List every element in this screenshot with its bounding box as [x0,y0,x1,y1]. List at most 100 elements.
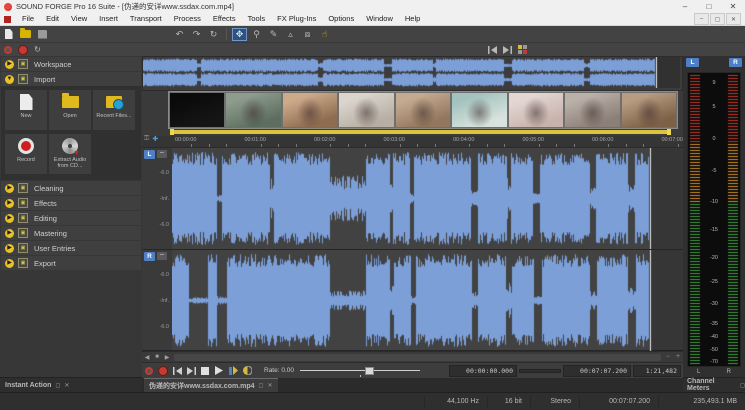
channel-minimize-icon[interactable]: – [157,150,167,158]
snap-marker-icon[interactable]: ✚ [152,135,158,143]
new-file-button[interactable] [1,28,16,41]
loop-end-handle[interactable] [667,129,671,135]
waveform-area-l[interactable] [172,148,683,249]
video-thumbnail[interactable] [170,93,224,127]
go-to-end-button[interactable] [501,44,514,55]
waveform-canvas[interactable] [172,148,683,249]
mdi-restore-icon[interactable]: ▢ [710,13,725,25]
zoom-in-icon[interactable]: + [673,354,683,360]
meter-display[interactable]: 950-5-10-15-20-25-30-35-40-50-70 [687,72,741,367]
sidebar-section-workspace[interactable]: ▶▣Workspace [1,57,141,71]
menu-item-process[interactable]: Process [168,13,207,25]
marker-grid-button[interactable] [516,44,529,55]
repeat-button[interactable]: ↻ [206,28,221,41]
waveform-canvas[interactable] [172,250,683,351]
go-to-start-button[interactable] [170,364,184,378]
sidebar-section-import[interactable]: ▼▣Import [1,72,141,86]
record-remote-button[interactable] [1,44,14,55]
menu-item-edit[interactable]: Edit [40,13,65,25]
menu-item-insert[interactable]: Insert [93,13,124,25]
float-window-icon[interactable]: ◻ [55,382,60,389]
scroll-left-icon[interactable]: ◀ [142,354,152,361]
menu-item-tools[interactable]: Tools [242,13,272,25]
video-thumbnail[interactable] [226,93,280,127]
magnify-tool-button[interactable]: ⚲ [249,28,264,41]
sidebar-section-editing[interactable]: ▶▣Editing [1,211,141,225]
snapping-tool-button[interactable]: ☝ [317,28,332,41]
scroll-box-icon[interactable]: ■ [152,354,162,360]
rate-slider-handle[interactable] [365,367,374,375]
channel-minimize-icon[interactable]: – [157,252,167,260]
import-action-new[interactable]: New [5,90,47,130]
redo-button[interactable]: ↷ [189,28,204,41]
meter-right-badge[interactable]: R [729,58,742,67]
scroll-right-icon[interactable]: ▶ [162,354,172,361]
sidebar-section-user-entries[interactable]: ▶▣User Entries [1,241,141,255]
rate-slider[interactable] [300,365,420,377]
menu-item-transport[interactable]: Transport [124,13,168,25]
zoom-out-icon[interactable]: − [663,354,673,360]
close-icon[interactable]: ✕ [721,0,745,13]
save-file-button[interactable] [35,28,50,41]
channel-badge-l[interactable]: L [144,150,155,159]
go-to-end-button[interactable] [184,364,198,378]
record-button[interactable] [156,364,170,378]
float-window-icon[interactable]: ◻ [740,382,745,389]
event-tool-button[interactable]: ⧈ [300,28,315,41]
channel-badge-r[interactable]: R [144,252,155,261]
record-button[interactable] [16,44,29,55]
video-thumbnail[interactable] [339,93,393,127]
document-tab[interactable]: 伪递的安详www.ssdax.com.mp4 ◻ ✕ [144,378,278,392]
import-action-cd[interactable]: Extract Audio from CD... [49,134,91,174]
video-thumbnail-strip[interactable] [168,91,678,129]
play-button[interactable] [212,364,226,378]
envelope-tool-button[interactable]: ▵ [283,28,298,41]
loop-playback-button[interactable] [240,364,254,378]
channel-meters-tab[interactable]: Channel Meters ◻ [683,377,745,392]
waveform-overview[interactable] [142,56,683,91]
close-panel-icon[interactable]: ✕ [64,382,69,389]
menu-item-window[interactable]: Window [360,13,399,25]
menu-item-file[interactable]: File [16,13,40,25]
menu-item-options[interactable]: Options [322,13,360,25]
stop-button[interactable] [198,364,212,378]
sidebar-section-effects[interactable]: ▶▣Effects [1,196,141,210]
waveform-area-r[interactable] [172,250,683,351]
menu-item-help[interactable]: Help [399,13,426,25]
pencil-tool-button[interactable]: ✎ [266,28,281,41]
horizontal-scrollbar[interactable]: ◀ ■ ▶ − + [142,351,683,362]
import-action-recent[interactable]: Recent Files... [93,90,135,130]
minimize-icon[interactable]: – [673,0,697,13]
lock-icon[interactable]: ⚿ [144,135,149,143]
undo-button[interactable]: ↶ [172,28,187,41]
meter-left-badge[interactable]: L [686,58,699,67]
play-plugin-chain-button[interactable] [226,364,240,378]
sidebar-section-cleaning[interactable]: ▶▣Cleaning [1,181,141,195]
video-thumbnail[interactable] [622,93,676,127]
maximize-icon[interactable]: □ [697,0,721,13]
video-thumbnail[interactable] [283,93,337,127]
sidebar-section-export[interactable]: ▶▣Export [1,256,141,270]
menu-item-effects[interactable]: Effects [207,13,242,25]
time-ruler[interactable]: ⚿ ✚ 00:00:0000:01:0000:02:0000:03:0000:0… [142,136,683,148]
edit-tool-button[interactable]: ✥ [232,28,247,41]
loop-playback-button[interactable]: ↻ [31,44,44,55]
video-thumbnail[interactable] [565,93,619,127]
go-to-start-button[interactable] [486,44,499,55]
sidebar-section-mastering[interactable]: ▶▣Mastering [1,226,141,240]
mdi-minimize-icon[interactable]: – [694,13,709,25]
menu-item-fxplugins[interactable]: FX Plug-Ins [271,13,322,25]
import-action-open[interactable]: Open [49,90,91,130]
menu-item-view[interactable]: View [65,13,93,25]
video-thumbnail[interactable] [452,93,506,127]
scrollbar-track[interactable] [174,354,661,361]
close-tab-icon[interactable]: ✕ [268,382,273,389]
loop-region[interactable] [172,130,669,134]
record-remote-button[interactable] [142,364,156,378]
open-file-button[interactable] [18,28,33,41]
overview-waveform-canvas[interactable] [143,57,680,88]
video-thumbnail[interactable] [396,93,450,127]
float-window-icon[interactable]: ◻ [259,382,264,389]
instant-action-tab[interactable]: Instant Action ◻ ✕ [0,377,142,392]
loop-region-bar[interactable] [142,129,683,136]
